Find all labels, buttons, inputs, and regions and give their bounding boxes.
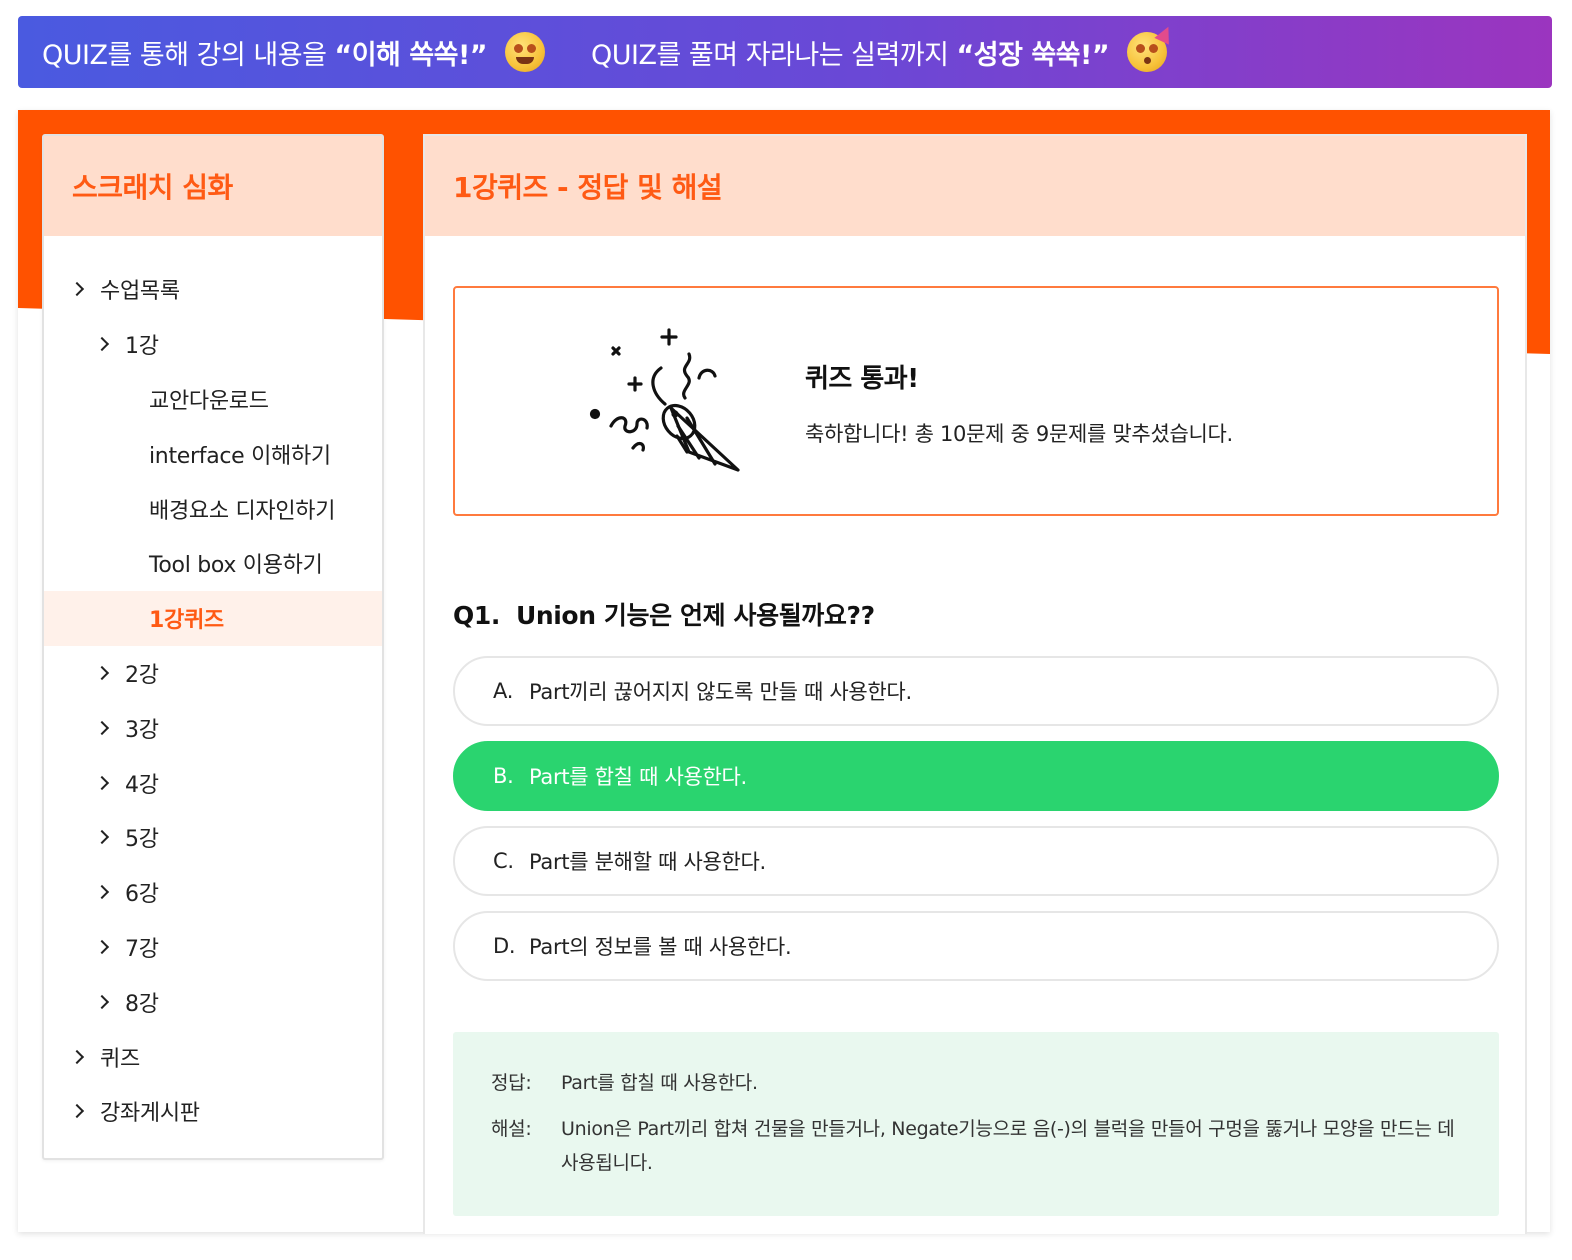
answer-option-b-correct[interactable]: B. Part를 합칠 때 사용한다.: [453, 741, 1499, 811]
quiz-result-card: 퀴즈 통과! 축하합니다! 총 10문제 중 9문제를 맞추셨습니다.: [453, 286, 1499, 516]
sidebar-item[interactable]: 수업목록: [44, 262, 382, 317]
page-title: 1강퀴즈 - 정답 및 해설: [453, 171, 723, 204]
banner-message-2: QUIZ를 풀며 자라나는 실력까지 “성장 쑥쑥!”: [591, 23, 1176, 72]
chevron-right-icon: [69, 1049, 85, 1064]
answer-label: 정답:: [491, 1072, 532, 1094]
star-struck-emoji-icon: [505, 32, 546, 72]
option-letter: A.: [493, 679, 514, 703]
sidebar-item-label: 8강: [125, 991, 159, 1017]
sidebar-item-label: Tool box 이용하기: [149, 553, 323, 579]
promo-banner: QUIZ를 통해 강의 내용을 “이해 쏙쏙!” QUIZ를 풀며 자라나는 실…: [18, 16, 1552, 88]
sidebar-item[interactable]: 퀴즈: [44, 1029, 382, 1084]
chevron-right-icon: [94, 885, 110, 900]
sidebar-item[interactable]: 6강: [44, 865, 382, 920]
sidebar-item[interactable]: 1강퀴즈: [44, 590, 382, 646]
chevron-right-icon: [94, 665, 110, 681]
option-letter: D.: [493, 934, 516, 958]
sidebar-item[interactable]: 2강: [44, 646, 382, 701]
partying-face-emoji-icon: [1127, 23, 1176, 72]
sidebar-item[interactable]: 4강: [44, 755, 382, 810]
option-text: Part끼리 끊어지지 않도록 만들 때 사용한다.: [529, 680, 912, 704]
chevron-right-icon: [69, 282, 85, 297]
explanation-label: 해설:: [491, 1118, 532, 1140]
answer-option-c[interactable]: C. Part를 분해할 때 사용한다.: [453, 826, 1499, 896]
option-letter: B.: [493, 764, 514, 788]
chevron-right-icon: [69, 1104, 85, 1119]
course-title: 스크래치 심화: [72, 171, 233, 204]
banner-text-1: QUIZ를 통해 강의 내용을: [42, 39, 327, 71]
option-text: Part의 정보를 볼 때 사용한다.: [529, 935, 792, 959]
sidebar-item-label: 5강: [125, 827, 159, 853]
option-letter: C.: [493, 849, 514, 873]
banner-message-1: QUIZ를 통해 강의 내용을 “이해 쏙쏙!”: [42, 32, 546, 72]
answer-row: 정답: Part를 합칠 때 사용한다.: [491, 1066, 1459, 1100]
option-text: Part를 합칠 때 사용한다.: [529, 765, 747, 789]
sidebar-item[interactable]: 8강: [44, 974, 382, 1029]
chevron-right-icon: [94, 830, 110, 845]
sidebar-item[interactable]: 3강: [44, 700, 382, 755]
answer-option-a[interactable]: A. Part끼리 끊어지지 않도록 만들 때 사용한다.: [453, 656, 1499, 726]
answer-explanation-box: 정답: Part를 합칠 때 사용한다. 해설: Union은 Part끼리 합…: [453, 1032, 1499, 1216]
quiz-score-message: 축하합니다! 총 10문제 중 9문제를 맞추셨습니다.: [805, 422, 1233, 446]
chevron-right-icon: [94, 775, 110, 790]
chevron-right-icon: [94, 337, 110, 352]
chevron-right-icon: [94, 994, 110, 1009]
explanation-row: 해설: Union은 Part끼리 합쳐 건물을 만들거나, Negate기능으…: [491, 1112, 1459, 1180]
option-text: Part를 분해할 때 사용한다.: [529, 850, 766, 874]
banner-highlight-1: “이해 쏙쏙!”: [334, 39, 488, 71]
sidebar-item-label: interface 이해하기: [149, 443, 331, 469]
sidebar-item-label: 교안다운로드: [149, 388, 269, 414]
answer-option-d[interactable]: D. Part의 정보를 볼 때 사용한다.: [453, 911, 1499, 981]
sidebar-item[interactable]: 7강: [44, 920, 382, 975]
sidebar-item[interactable]: interface 이해하기: [44, 426, 382, 481]
sidebar-item[interactable]: 교안다운로드: [44, 372, 382, 427]
question-text: Union 기능은 언제 사용될까요??: [515, 601, 875, 630]
sidebar-item-label: 4강: [125, 772, 159, 798]
sidebar-item-label: 2강: [125, 662, 159, 688]
sidebar-item[interactable]: 1강: [44, 317, 382, 372]
sidebar-item-label: 7강: [125, 936, 159, 962]
sidebar-item-label: 1강퀴즈: [149, 608, 224, 634]
sidebar-item-label: 강좌게시판: [100, 1101, 200, 1127]
sidebar-item[interactable]: 강좌게시판: [44, 1084, 382, 1139]
chevron-right-icon: [94, 939, 110, 955]
sidebar-item-label: 배경요소 디자인하기: [149, 498, 336, 524]
question-title: Q1. Union 기능은 언제 사용될까요??: [453, 596, 875, 632]
answer-text: Part를 합칠 때 사용한다.: [561, 1072, 758, 1094]
explanation-text: Union은 Part끼리 합쳐 건물을 만들거나, Negate기능으로 음(…: [561, 1118, 1455, 1174]
banner-highlight-2: “성장 쑥쑥!”: [956, 39, 1110, 71]
sidebar-item-label: 수업목록: [100, 279, 180, 305]
course-sidebar: 스크래치 심화 수업목록 1강교안다운로드 interface 이해하기배경요소 디…: [42, 134, 384, 1160]
question-number: Q1.: [453, 601, 500, 630]
content-header: 1강퀴즈 - 정답 및 해설: [425, 136, 1525, 236]
sidebar-item-label: 1강: [125, 334, 159, 360]
party-popper-icon: [589, 328, 740, 472]
sidebar-item[interactable]: Tool box 이용하기: [44, 536, 382, 591]
sidebar-item-label: 3강: [125, 717, 159, 743]
sidebar-item-label: 퀴즈: [100, 1046, 140, 1072]
sidebar-item[interactable]: 배경요소 디자인하기: [44, 481, 382, 536]
quiz-result-panel: 1강퀴즈 - 정답 및 해설 퀴즈 통과! 축하합니다! 총 10문제 중 9문…: [423, 134, 1527, 1234]
course-nav: 수업목록 1강교안다운로드 interface 이해하기배경요소 디자인하기 Tool…: [44, 236, 382, 1139]
banner-text-2: QUIZ를 풀며 자라나는 실력까지: [591, 39, 949, 71]
sidebar-item[interactable]: 5강: [44, 810, 382, 865]
sidebar-header: 스크래치 심화: [44, 136, 382, 236]
chevron-right-icon: [94, 720, 110, 735]
quiz-pass-title: 퀴즈 통과!: [805, 364, 919, 394]
sidebar-item-label: 6강: [125, 882, 159, 908]
